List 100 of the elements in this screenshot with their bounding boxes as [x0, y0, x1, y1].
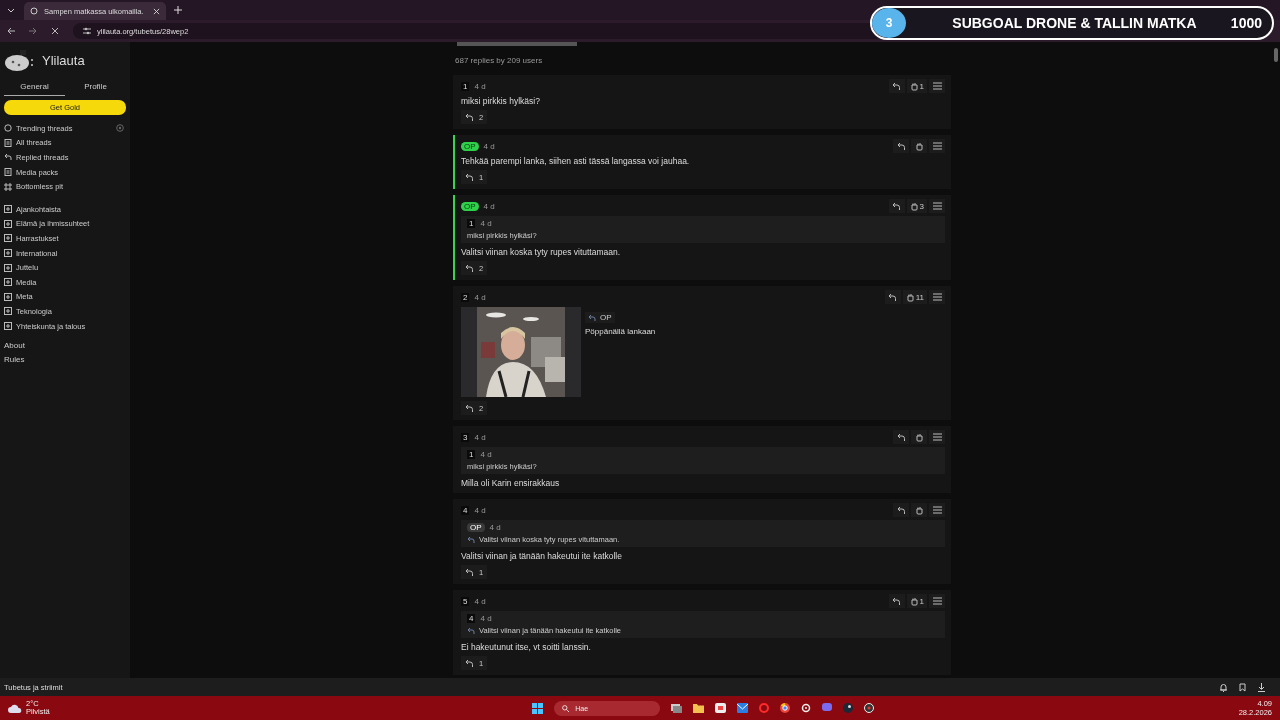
post-number[interactable]: 5: [461, 596, 470, 606]
sidebar-link[interactable]: About: [4, 341, 126, 351]
reply-icon: [588, 314, 596, 321]
reply-icon: [465, 173, 474, 181]
reply-button[interactable]: [893, 139, 909, 153]
menu-icon: [932, 202, 942, 210]
sidebar-tab[interactable]: General: [4, 78, 65, 96]
sidebar-link[interactable]: Rules: [4, 355, 126, 365]
upvote-button[interactable]: [911, 430, 927, 444]
menu-button[interactable]: [929, 79, 945, 93]
menu-button[interactable]: [929, 430, 945, 444]
quote-ref: 4: [467, 614, 476, 623]
potato-logo-icon: [4, 48, 34, 72]
post-time: 4 d: [483, 201, 495, 211]
bell-icon[interactable]: [1219, 682, 1228, 692]
upvote-button[interactable]: 1: [906, 594, 927, 608]
task-view-icon[interactable]: [671, 703, 683, 713]
menu-icon: [932, 506, 942, 514]
quote-time: 4 d: [480, 450, 492, 459]
mail-icon[interactable]: [737, 703, 749, 713]
forward-icon[interactable]: [29, 27, 37, 35]
goal-number-badge: 3: [872, 8, 906, 38]
reply-icon: [467, 536, 475, 543]
store-icon[interactable]: [715, 703, 727, 713]
cloud-icon: [8, 703, 22, 713]
scrollbar[interactable]: [1274, 48, 1278, 62]
post-text: Pöppänällä lankaan: [585, 327, 656, 336]
reply-icon: [888, 293, 898, 301]
post-number[interactable]: 2: [461, 292, 470, 302]
ring-icon[interactable]: [759, 703, 770, 713]
post-number[interactable]: 1: [461, 81, 470, 91]
quote-ref: 1: [467, 219, 476, 228]
post-text: Valitsi viinan koska tyty rupes vituttamaan.: [461, 247, 621, 257]
site-logo-text: Ylilauta: [42, 52, 85, 68]
reply-icon: [896, 433, 906, 441]
document-icon: [4, 168, 12, 177]
reply-to-tag[interactable]: OP: [585, 312, 615, 323]
menu-button[interactable]: [929, 290, 945, 304]
goal-target: 1000: [1230, 15, 1263, 31]
post-time: 4 d: [474, 432, 486, 442]
settings-icon[interactable]: [116, 124, 124, 133]
menu-icon: [932, 142, 942, 150]
site-icon: [30, 7, 38, 15]
upvote-button[interactable]: [911, 139, 927, 153]
close-icon[interactable]: [153, 7, 160, 15]
quote-time: 4 d: [480, 614, 492, 623]
reply-button[interactable]: [893, 430, 909, 444]
folder-icon[interactable]: [693, 703, 705, 713]
menu-icon: [932, 293, 942, 301]
reply-icon: [467, 627, 475, 634]
site-settings-icon: [83, 27, 91, 35]
reply-button[interactable]: [888, 594, 905, 608]
goal-title: SUBGOAL DRONE & TALLIN MATKA: [951, 15, 1198, 31]
thread-stats: 687 replies by 209 users: [454, 55, 544, 67]
op-badge[interactable]: OP: [461, 201, 479, 211]
menu-icon: [932, 597, 942, 605]
menu-button[interactable]: [929, 199, 945, 213]
reply-button[interactable]: [888, 79, 905, 93]
upvote-button[interactable]: 11: [902, 290, 927, 304]
bookmark-icon[interactable]: [1238, 682, 1247, 692]
grid-icon: [4, 182, 12, 191]
post-text: Ei hakeutunut itse, vt soitti lanssin.: [461, 642, 591, 652]
reply-icon: [4, 153, 12, 162]
reply-icon: [892, 82, 902, 90]
reply-button[interactable]: [884, 290, 901, 304]
upvote-button[interactable]: 1: [906, 79, 927, 93]
back-icon[interactable]: [7, 27, 15, 35]
reply-button[interactable]: [893, 503, 909, 517]
expand-icon: [4, 219, 12, 228]
menu-button[interactable]: [929, 503, 945, 517]
menu-button[interactable]: [929, 139, 945, 153]
post-time: 4 d: [474, 292, 486, 302]
sidebar-tab[interactable]: Profile: [65, 78, 126, 96]
download-icon[interactable]: [1257, 682, 1266, 692]
menu-icon: [932, 433, 942, 441]
quote-time: 4 d: [480, 219, 492, 228]
expand-icon: [4, 234, 12, 243]
reply-icon: [892, 202, 902, 210]
stop-icon[interactable]: [51, 27, 59, 35]
post-text: Tehkää parempi lanka, siihen asti tässä langassa voi jauhaa.: [461, 156, 690, 166]
disc-icon[interactable]: [864, 703, 875, 713]
reply-icon: [465, 404, 474, 412]
menu-button[interactable]: [929, 594, 945, 608]
upvote-button[interactable]: [911, 503, 927, 517]
menu-icon: [932, 82, 942, 90]
post-text: Milla oli Karin ensirakkaus: [461, 478, 560, 488]
new-tab-icon[interactable]: [174, 6, 182, 14]
expand-icon: [4, 307, 12, 316]
post-number[interactable]: 4: [461, 505, 470, 515]
reply-icon: [892, 597, 902, 605]
start-icon[interactable]: [532, 702, 544, 714]
reply-button[interactable]: [888, 199, 905, 213]
reply-icon: [465, 568, 474, 576]
browser-icon[interactable]: [780, 703, 791, 713]
upvote-button[interactable]: 3: [906, 199, 927, 213]
op-badge[interactable]: OP: [461, 141, 479, 151]
post-time: 4 d: [474, 81, 486, 91]
post-number[interactable]: 3: [461, 432, 470, 442]
expand-icon: [4, 249, 12, 258]
expand-icon: [4, 322, 12, 330]
